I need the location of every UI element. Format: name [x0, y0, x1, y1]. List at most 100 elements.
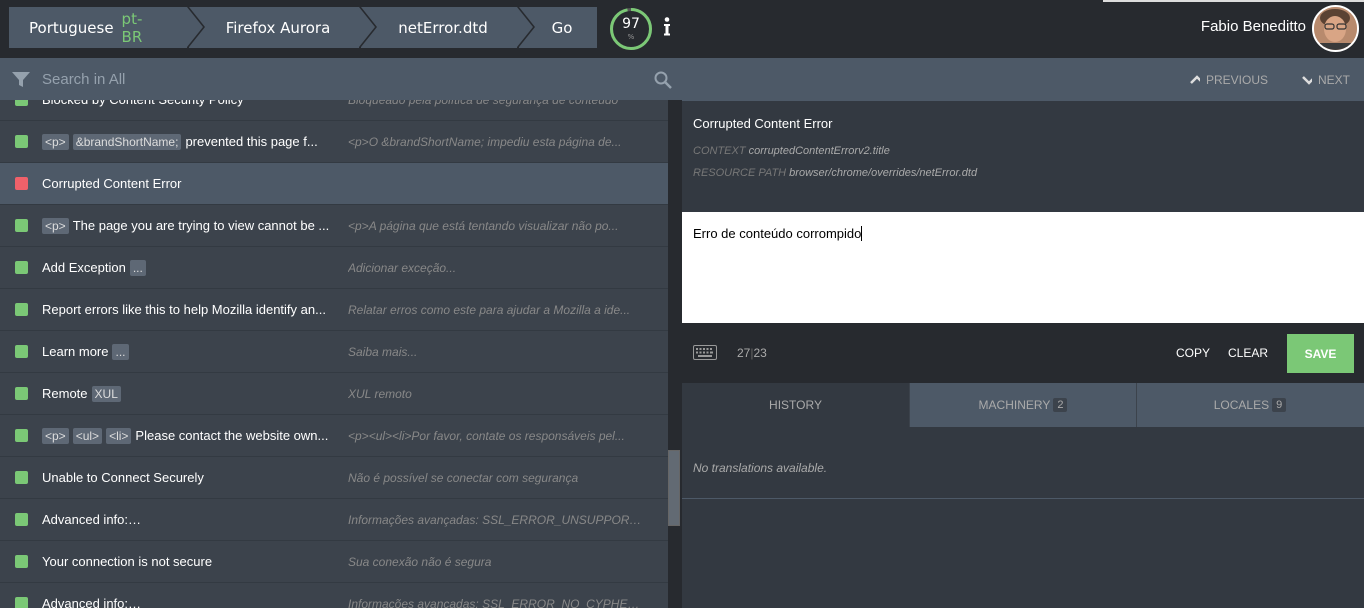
machinery-count-badge: 2 [1053, 398, 1068, 412]
info-icon[interactable] [661, 16, 673, 38]
search-bar [0, 58, 682, 100]
previous-button[interactable]: PREVIOUS [1190, 73, 1268, 87]
helpers-tabs: HISTORY MACHINERY 2 LOCALES 9 [682, 383, 1364, 427]
resource-selector[interactable]: netError.dtd [361, 7, 535, 48]
list-item[interactable]: Report errors like this to help Mozilla … [0, 289, 668, 331]
save-button[interactable]: SAVE [1287, 334, 1354, 373]
clear-button[interactable]: CLEAR [1228, 346, 1268, 360]
list-item-source: Your connection is not secure [42, 554, 338, 569]
filter-icon[interactable] [12, 72, 30, 92]
tab-machinery-label: MACHINERY [978, 398, 1051, 412]
list-item[interactable]: <p> &brandShortName; prevented this page f… [0, 121, 668, 163]
progress-percent: 97 [622, 16, 640, 32]
list-item[interactable]: Learn more... Saiba mais... [0, 331, 668, 373]
user-name[interactable]: Fabio Beneditto [1201, 18, 1306, 35]
scrollbar-track[interactable] [668, 100, 682, 608]
list-item-source: <p> &brandShortName; prevented this page f… [42, 133, 338, 150]
tab-locales[interactable]: LOCALES 9 [1136, 383, 1363, 427]
list-item-translation: <p><ul><li>Por favor, contate os respons… [348, 428, 625, 443]
placeable-tag: SSL_ERROR_NO_CYPHER_OVER... [132, 595, 338, 608]
project-selector[interactable]: Firefox Aurora [189, 7, 377, 48]
status-translated-icon [15, 387, 28, 400]
list-item-source-text: Advanced info: [42, 595, 129, 608]
character-counter: 27|23 [737, 346, 767, 360]
top-divider [1103, 0, 1364, 2]
list-item-source-text: Your connection is not secure [42, 554, 213, 569]
list-item-source-text: The page you are trying to view cannot b… [72, 217, 330, 233]
context-label: CONTEXT [693, 145, 746, 157]
status-translated-icon [15, 471, 28, 484]
list-item-source: Corrupted Content Error [42, 176, 338, 191]
list-item-source: Advanced info: SSL_ERROR_UNSUPPORTED_VE..… [42, 511, 338, 528]
status-translated-icon [15, 345, 28, 358]
list-item-translation: <p>A página que está tentando visualizar… [348, 218, 619, 233]
history-panel: No translations available. [682, 427, 1364, 499]
copy-button[interactable]: COPY [1176, 346, 1210, 360]
text-caret [861, 226, 863, 241]
list-item-source: Unable to Connect Securely [42, 470, 338, 485]
progress-chart[interactable]: 97 % [609, 7, 653, 51]
list-item-source: <p> The page you are trying to view canno… [42, 217, 338, 234]
list-item-source: Remote XUL [42, 385, 338, 402]
list-item[interactable]: Unable to Connect Securely Não é possível… [0, 457, 668, 499]
locale-selector[interactable]: Portuguese pt-BR [9, 7, 205, 48]
entity-metadata: Corrupted Content Error CONTEXT corrupte… [682, 101, 1364, 212]
progress-unit: % [627, 33, 635, 41]
list-item[interactable]: Advanced info: SSL_ERROR_UNSUPPORTED_VE..… [0, 499, 668, 541]
list-item[interactable]: Corrupted Content Error [0, 163, 668, 205]
list-item-source-text: Advanced info: [42, 511, 129, 527]
status-translated-icon [15, 555, 28, 568]
placeable-tag: SSL_ERROR_UNSUPPORTED_VE... [132, 511, 338, 528]
list-item[interactable]: <p> <ul> <li> Please contact the website ow… [0, 415, 668, 457]
status-translated-icon [15, 219, 28, 232]
list-item[interactable]: Add Exception... Adicionar exceção... [0, 247, 668, 289]
list-item-source: Learn more... [42, 343, 338, 360]
editor-toolbar: 27|23 COPY CLEAR SAVE [682, 323, 1364, 383]
keyboard-icon[interactable] [693, 345, 717, 365]
breadcrumb: Portuguese pt-BR Firefox Aurora netError… [9, 7, 599, 48]
chevron-up-icon [1190, 75, 1200, 84]
status-translated-icon [15, 100, 28, 106]
list-item[interactable]: Advanced info: SSL_ERROR_NO_CYPHER_OVER..… [0, 583, 668, 608]
list-item-source-text: prevented this page f... [185, 133, 318, 149]
avatar[interactable] [1312, 5, 1359, 52]
placeable-tag: ... [112, 343, 129, 360]
context-line: CONTEXT corruptedContentErrorv2.title [693, 145, 890, 157]
status-translated-icon [15, 135, 28, 148]
placeable-tag: <ul> [72, 427, 103, 444]
go-label: Go [551, 18, 573, 37]
list-item-translation: Não é possível se conectar com segurança [348, 470, 579, 485]
tab-machinery[interactable]: MACHINERY 2 [909, 383, 1136, 427]
scrollbar-thumb[interactable] [668, 450, 680, 526]
placeable-tag: ... [129, 259, 146, 276]
list-item-translation: Saiba mais... [348, 344, 418, 359]
status-translated-icon [15, 303, 28, 316]
resource-path-line: RESOURCE PATH browser/chrome/overrides/n… [693, 167, 977, 179]
resource-path-label: RESOURCE PATH [693, 167, 787, 179]
locale-code: pt-BR [121, 9, 143, 46]
list-item[interactable]: Remote XUL XUL remoto [0, 373, 668, 415]
list-item-translation: Informações avançadas: SSL_ERROR_UNSUPPO… [348, 512, 644, 527]
entity-navigation: PREVIOUS NEXT [682, 58, 1364, 101]
translation-editor[interactable]: Erro de conteúdo corrompido [682, 212, 1364, 323]
status-translated-icon [15, 597, 28, 608]
top-bar: Portuguese pt-BR Firefox Aurora netError… [0, 0, 1364, 58]
placeable-tag: <p> [42, 427, 69, 444]
list-item[interactable]: Your connection is not secure Sua conexão… [0, 541, 668, 583]
next-button[interactable]: NEXT [1302, 73, 1350, 87]
next-label: NEXT [1318, 73, 1351, 87]
search-icon[interactable] [654, 71, 672, 93]
placeable-tag: <p> [42, 217, 69, 234]
history-empty-message: No translations available. [693, 461, 828, 475]
list-item[interactable]: <p> The page you are trying to view canno… [0, 205, 668, 247]
list-item[interactable]: Blocked by Content Security Policy Bloque… [0, 100, 668, 121]
tab-history[interactable]: HISTORY [682, 383, 909, 427]
tab-locales-label: LOCALES [1213, 398, 1270, 412]
search-input[interactable] [42, 67, 642, 91]
placeable-tag: &brandShortName; [72, 133, 182, 150]
list-item-source: <p> <ul> <li> Please contact the website ow… [42, 427, 338, 444]
status-missing-icon [15, 177, 28, 190]
resource-path-value: browser/chrome/overrides/netError.dtd [789, 167, 978, 179]
list-item-translation: Bloqueado pela política de segurança de … [348, 100, 644, 107]
list-item-translation: Informações avançadas: SSL_ERROR_NO_CYPH… [348, 596, 644, 608]
